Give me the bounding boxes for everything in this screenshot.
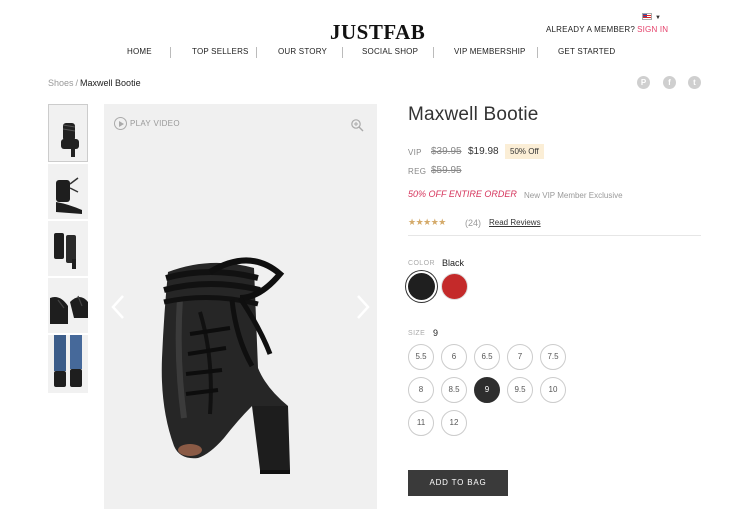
boot-photo	[161, 257, 290, 474]
thumbnail-5[interactable]	[48, 335, 88, 393]
star-rating: ★★★★★	[408, 217, 446, 227]
next-image-arrow[interactable]	[355, 294, 371, 320]
twitter-icon[interactable]: t	[688, 76, 701, 89]
vip-price-label: VIP	[408, 148, 422, 157]
color-label: COLOR	[408, 260, 435, 267]
size-option[interactable]: 6	[441, 344, 467, 370]
vip-price: $19.98	[468, 146, 499, 157]
promo-note: New VIP Member Exclusive	[524, 191, 623, 200]
thumbnail-2[interactable]	[48, 164, 88, 219]
main-navigation: HOME TOP SELLERS OUR STORY SOCIAL SHOP V…	[0, 45, 732, 59]
nav-our-story[interactable]: OUR STORY	[278, 45, 327, 59]
size-option[interactable]: 7	[507, 344, 533, 370]
nav-divider	[256, 47, 257, 58]
section-divider	[408, 235, 701, 236]
selected-size: 9	[433, 328, 439, 338]
sign-in-link[interactable]: SIGN IN	[637, 25, 668, 34]
reg-price-label: REG	[408, 167, 427, 176]
size-option[interactable]: 11	[408, 410, 434, 436]
size-option-selected[interactable]: 9	[474, 377, 500, 403]
size-label: SIZE	[408, 330, 426, 337]
size-option[interactable]: 10	[540, 377, 566, 403]
play-icon	[114, 117, 127, 130]
zoom-icon[interactable]	[350, 118, 364, 132]
selected-color: Black	[442, 258, 465, 268]
nav-divider	[433, 47, 434, 58]
nav-social-shop[interactable]: SOCIAL SHOP	[362, 45, 418, 59]
color-swatch-black[interactable]	[408, 273, 435, 300]
nav-divider	[537, 47, 538, 58]
nav-divider	[170, 47, 171, 58]
size-option[interactable]: 8.5	[441, 377, 467, 403]
member-prompt-text: ALREADY A MEMBER?	[546, 25, 636, 34]
add-to-bag-button[interactable]: ADD TO BAG	[408, 470, 508, 496]
review-count: (24)	[465, 218, 482, 228]
size-option[interactable]: 6.5	[474, 344, 500, 370]
main-product-image[interactable]: PLAY VIDEO	[104, 104, 377, 509]
read-reviews-link[interactable]: Read Reviews	[489, 218, 541, 227]
play-video-label: PLAY VIDEO	[130, 119, 180, 128]
nav-top-sellers[interactable]: TOP SELLERS	[192, 45, 249, 59]
nav-vip-membership[interactable]: VIP MEMBERSHIP	[454, 45, 526, 59]
pinterest-icon[interactable]: P	[637, 76, 650, 89]
brand-logo[interactable]: JUSTFAB	[330, 20, 425, 44]
discount-badge: 50% Off	[505, 144, 544, 159]
breadcrumb-current: Maxwell Bootie	[80, 78, 141, 88]
member-login-prompt: ALREADY A MEMBER? SIGN IN	[546, 25, 668, 34]
nav-get-started[interactable]: GET STARTED	[558, 45, 615, 59]
nav-home[interactable]: HOME	[127, 45, 152, 59]
thumbnail-1[interactable]	[48, 104, 88, 162]
color-swatch-red[interactable]	[441, 273, 468, 300]
country-selector[interactable]: ▼	[642, 13, 662, 21]
breadcrumb-separator: /	[75, 78, 79, 88]
size-option[interactable]: 12	[441, 410, 467, 436]
breadcrumb: Shoes / Maxwell Bootie	[48, 78, 141, 88]
facebook-icon[interactable]: f	[663, 76, 676, 89]
previous-image-arrow[interactable]	[110, 294, 126, 320]
product-title: Maxwell Bootie	[408, 104, 539, 125]
breadcrumb-shoes-link[interactable]: Shoes	[48, 78, 74, 88]
regular-price: $59.95	[431, 165, 462, 176]
thumbnail-4[interactable]	[48, 278, 88, 333]
size-option[interactable]: 5.5	[408, 344, 434, 370]
thumbnail-3[interactable]	[48, 221, 88, 276]
size-option[interactable]: 9.5	[507, 377, 533, 403]
nav-divider	[342, 47, 343, 58]
caret-down-icon: ▼	[655, 15, 661, 21]
size-option[interactable]: 8	[408, 377, 434, 403]
us-flag-icon	[642, 13, 652, 20]
vip-original-price: $39.95	[431, 146, 462, 157]
promo-text: 50% OFF ENTIRE ORDER	[408, 189, 517, 199]
size-option[interactable]: 7.5	[540, 344, 566, 370]
